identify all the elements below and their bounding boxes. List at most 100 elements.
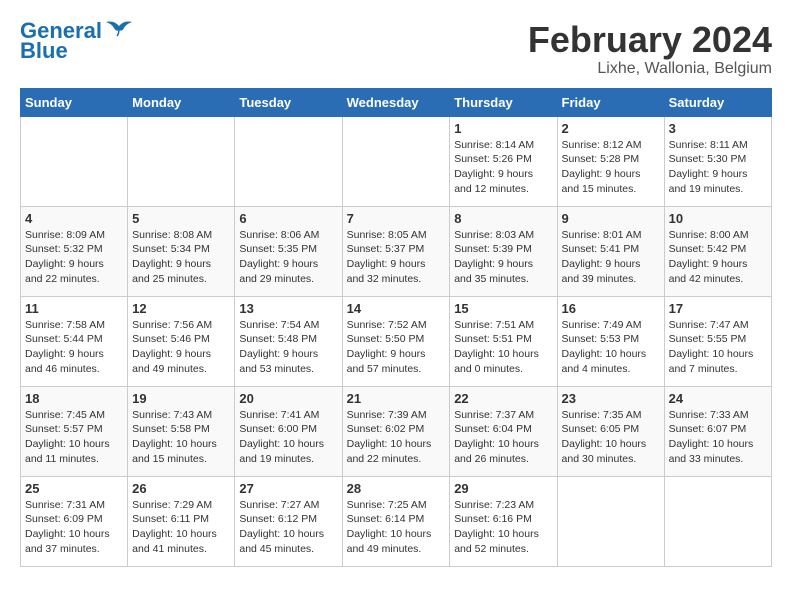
calendar-cell: [557, 476, 664, 566]
day-info: Sunrise: 7:25 AMSunset: 6:14 PMDaylight:…: [347, 498, 446, 557]
day-number: 4: [25, 211, 123, 226]
page-subtitle: Lixhe, Wallonia, Belgium: [528, 60, 772, 78]
calendar-body: 1 Sunrise: 8:14 AMSunset: 5:26 PMDaylight…: [21, 116, 772, 566]
day-info: Sunrise: 7:56 AMSunset: 5:46 PMDaylight:…: [132, 318, 230, 377]
day-number: 14: [347, 301, 446, 316]
day-number: 18: [25, 391, 123, 406]
day-info: Sunrise: 7:54 AMSunset: 5:48 PMDaylight:…: [239, 318, 337, 377]
calendar-cell: [235, 116, 342, 206]
calendar-cell: 29 Sunrise: 7:23 AMSunset: 6:16 PMDayligh…: [450, 476, 557, 566]
day-number: 24: [669, 391, 767, 406]
calendar-cell: 10 Sunrise: 8:00 AMSunset: 5:42 PMDayligh…: [664, 206, 771, 296]
day-number: 16: [562, 301, 660, 316]
day-number: 20: [239, 391, 337, 406]
day-info: Sunrise: 7:58 AMSunset: 5:44 PMDaylight:…: [25, 318, 123, 377]
calendar-cell: 11Sunrise: 7:58 AMSunset: 5:44 PMDayligh…: [21, 296, 128, 386]
day-info: Sunrise: 7:43 AMSunset: 5:58 PMDaylight:…: [132, 408, 230, 467]
calendar-cell: 25Sunrise: 7:31 AMSunset: 6:09 PMDayligh…: [21, 476, 128, 566]
calendar-cell: [128, 116, 235, 206]
calendar-cell: 8 Sunrise: 8:03 AMSunset: 5:39 PMDaylight…: [450, 206, 557, 296]
calendar-cell: 9 Sunrise: 8:01 AMSunset: 5:41 PMDaylight…: [557, 206, 664, 296]
calendar-cell: 17Sunrise: 7:47 AMSunset: 5:55 PMDayligh…: [664, 296, 771, 386]
calendar-cell: 19Sunrise: 7:43 AMSunset: 5:58 PMDayligh…: [128, 386, 235, 476]
day-info: Sunrise: 8:03 AMSunset: 5:39 PMDaylight:…: [454, 228, 552, 287]
calendar-cell: [21, 116, 128, 206]
day-number: 13: [239, 301, 337, 316]
day-info: Sunrise: 7:35 AMSunset: 6:05 PMDaylight:…: [562, 408, 660, 467]
logo-bird-icon: [104, 18, 134, 40]
day-info: Sunrise: 7:51 AMSunset: 5:51 PMDaylight:…: [454, 318, 552, 377]
logo: General Blue: [20, 20, 134, 64]
calendar-cell: 26 Sunrise: 7:29 AMSunset: 6:11 PMDayligh…: [128, 476, 235, 566]
calendar-cell: 6 Sunrise: 8:06 AMSunset: 5:35 PMDaylight…: [235, 206, 342, 296]
day-info: Sunrise: 7:39 AMSunset: 6:02 PMDaylight:…: [347, 408, 446, 467]
calendar-table: SundayMondayTuesdayWednesdayThursdayFrid…: [20, 88, 772, 567]
day-number: 27: [239, 481, 337, 496]
day-info: Sunrise: 7:37 AMSunset: 6:04 PMDaylight:…: [454, 408, 552, 467]
day-info: Sunrise: 7:49 AMSunset: 5:53 PMDaylight:…: [562, 318, 660, 377]
page-header: General Blue February 2024 Lixhe, Wallon…: [20, 20, 772, 78]
day-number: 22: [454, 391, 552, 406]
day-info: Sunrise: 7:52 AMSunset: 5:50 PMDaylight:…: [347, 318, 446, 377]
day-number: 28: [347, 481, 446, 496]
day-number: 26: [132, 481, 230, 496]
calendar-cell: 3 Sunrise: 8:11 AMSunset: 5:30 PMDaylight…: [664, 116, 771, 206]
day-number: 29: [454, 481, 552, 496]
day-info: Sunrise: 7:27 AMSunset: 6:12 PMDaylight:…: [239, 498, 337, 557]
day-info: Sunrise: 8:12 AMSunset: 5:28 PMDaylight:…: [562, 138, 660, 197]
calendar-cell: 21 Sunrise: 7:39 AMSunset: 6:02 PMDayligh…: [342, 386, 450, 476]
calendar-cell: 5 Sunrise: 8:08 AMSunset: 5:34 PMDaylight…: [128, 206, 235, 296]
day-number: 9: [562, 211, 660, 226]
day-number: 8: [454, 211, 552, 226]
header-row: SundayMondayTuesdayWednesdayThursdayFrid…: [21, 88, 772, 116]
day-info: Sunrise: 8:14 AMSunset: 5:26 PMDaylight:…: [454, 138, 552, 197]
calendar-week-2: 4Sunrise: 8:09 AMSunset: 5:32 PMDaylight…: [21, 206, 772, 296]
day-info: Sunrise: 8:06 AMSunset: 5:35 PMDaylight:…: [239, 228, 337, 287]
calendar-cell: 16 Sunrise: 7:49 AMSunset: 5:53 PMDayligh…: [557, 296, 664, 386]
calendar-cell: 2 Sunrise: 8:12 AMSunset: 5:28 PMDaylight…: [557, 116, 664, 206]
calendar-cell: 23 Sunrise: 7:35 AMSunset: 6:05 PMDayligh…: [557, 386, 664, 476]
calendar-cell: 15 Sunrise: 7:51 AMSunset: 5:51 PMDayligh…: [450, 296, 557, 386]
calendar-cell: [342, 116, 450, 206]
day-number: 12: [132, 301, 230, 316]
day-info: Sunrise: 7:29 AMSunset: 6:11 PMDaylight:…: [132, 498, 230, 557]
header-cell-tuesday: Tuesday: [235, 88, 342, 116]
day-number: 15: [454, 301, 552, 316]
day-number: 21: [347, 391, 446, 406]
day-number: 10: [669, 211, 767, 226]
calendar-week-4: 18 Sunrise: 7:45 AMSunset: 5:57 PMDayligh…: [21, 386, 772, 476]
calendar-cell: 7 Sunrise: 8:05 AMSunset: 5:37 PMDaylight…: [342, 206, 450, 296]
day-info: Sunrise: 7:33 AMSunset: 6:07 PMDaylight:…: [669, 408, 767, 467]
header-cell-monday: Monday: [128, 88, 235, 116]
day-info: Sunrise: 8:08 AMSunset: 5:34 PMDaylight:…: [132, 228, 230, 287]
day-info: Sunrise: 8:00 AMSunset: 5:42 PMDaylight:…: [669, 228, 767, 287]
calendar-cell: 24 Sunrise: 7:33 AMSunset: 6:07 PMDayligh…: [664, 386, 771, 476]
day-number: 7: [347, 211, 446, 226]
day-number: 23: [562, 391, 660, 406]
day-number: 6: [239, 211, 337, 226]
calendar-cell: 20 Sunrise: 7:41 AMSunset: 6:00 PMDayligh…: [235, 386, 342, 476]
header-cell-sunday: Sunday: [21, 88, 128, 116]
day-info: Sunrise: 7:23 AMSunset: 6:16 PMDaylight:…: [454, 498, 552, 557]
day-number: 3: [669, 121, 767, 136]
day-info: Sunrise: 7:41 AMSunset: 6:00 PMDaylight:…: [239, 408, 337, 467]
day-number: 1: [454, 121, 552, 136]
calendar-week-3: 11Sunrise: 7:58 AMSunset: 5:44 PMDayligh…: [21, 296, 772, 386]
day-info: Sunrise: 8:01 AMSunset: 5:41 PMDaylight:…: [562, 228, 660, 287]
calendar-cell: 14 Sunrise: 7:52 AMSunset: 5:50 PMDayligh…: [342, 296, 450, 386]
calendar-week-5: 25Sunrise: 7:31 AMSunset: 6:09 PMDayligh…: [21, 476, 772, 566]
day-info: Sunrise: 7:47 AMSunset: 5:55 PMDaylight:…: [669, 318, 767, 377]
header-cell-thursday: Thursday: [450, 88, 557, 116]
day-info: Sunrise: 8:05 AMSunset: 5:37 PMDaylight:…: [347, 228, 446, 287]
calendar-cell: 4Sunrise: 8:09 AMSunset: 5:32 PMDaylight…: [21, 206, 128, 296]
calendar-cell: 13 Sunrise: 7:54 AMSunset: 5:48 PMDayligh…: [235, 296, 342, 386]
header-cell-wednesday: Wednesday: [342, 88, 450, 116]
day-info: Sunrise: 8:11 AMSunset: 5:30 PMDaylight:…: [669, 138, 767, 197]
logo-blue-text: Blue: [20, 38, 68, 64]
calendar-cell: 18 Sunrise: 7:45 AMSunset: 5:57 PMDayligh…: [21, 386, 128, 476]
calendar-cell: [664, 476, 771, 566]
calendar-cell: 12 Sunrise: 7:56 AMSunset: 5:46 PMDayligh…: [128, 296, 235, 386]
day-info: Sunrise: 7:45 AMSunset: 5:57 PMDaylight:…: [25, 408, 123, 467]
day-number: 2: [562, 121, 660, 136]
day-number: 5: [132, 211, 230, 226]
